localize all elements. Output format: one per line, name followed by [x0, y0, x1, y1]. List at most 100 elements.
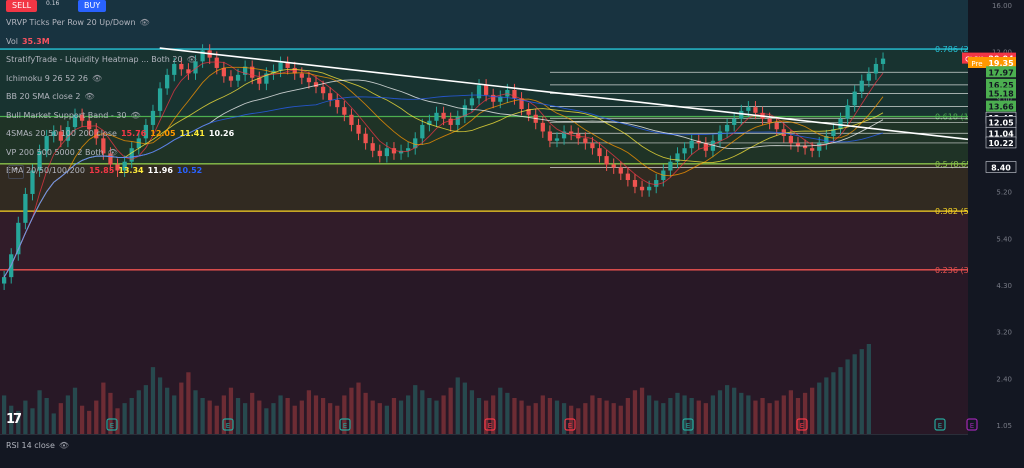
candle-body — [349, 114, 354, 125]
volume-bar — [838, 367, 843, 434]
legend-bb[interactable]: BB 20 SMA close 2 👁 — [6, 91, 95, 102]
rsi-legend: RSI 14 close 👁 — [6, 441, 69, 450]
candle-body — [335, 99, 340, 108]
volume-bar — [639, 387, 645, 434]
legend-value: 15.76 — [120, 129, 147, 138]
legend-vp[interactable]: VP 200 500 5000 2 Both 👁 — [6, 147, 118, 158]
chevron-up-icon: ⌃ — [12, 167, 20, 177]
legend-vol[interactable]: Vol 35.3M — [6, 36, 50, 47]
spread-value: 0.16 — [46, 0, 60, 7]
volume-bar — [157, 377, 163, 434]
volume-bar — [831, 372, 836, 434]
sell-button[interactable]: SELL — [6, 0, 38, 12]
volume-bar — [58, 403, 63, 434]
legend-smas[interactable]: 4SMAs 20 50 100 200 close 15.76 12.05 11.41… — [6, 128, 234, 139]
legend-ichimoku[interactable]: Ichimoku 9 26 52 26 👁 — [6, 73, 102, 84]
eye-icon[interactable]: 👁 — [187, 54, 197, 65]
volume-bar — [87, 410, 92, 434]
volume-bar — [165, 387, 170, 434]
eye-icon[interactable]: 👁 — [140, 17, 150, 28]
price-tag-label: 12.05 — [988, 118, 1014, 127]
candle-body — [377, 150, 382, 157]
price-tag-label: 8.40 — [991, 163, 1011, 172]
volume-bar — [732, 387, 737, 434]
candle-body — [618, 167, 623, 174]
legend-label: 4SMAs 20 50 100 200 close — [6, 129, 117, 138]
price-chart[interactable]: 0.786 (21.63)0.618 (12.62)0.5 (8.65)0.38… — [0, 0, 1024, 468]
volume-bar — [469, 390, 475, 434]
volume-bar — [79, 405, 85, 434]
volume-bar — [710, 395, 716, 434]
volume-bar — [391, 398, 397, 434]
volume-bar — [264, 408, 269, 434]
volume-bar — [306, 390, 312, 434]
earnings-marker-label: E — [110, 422, 114, 430]
eye-icon[interactable]: 👁 — [84, 91, 94, 102]
candle-body — [611, 164, 616, 168]
candle-body — [810, 148, 815, 151]
volume-bar — [590, 395, 595, 434]
legend-label: VP 200 500 5000 2 Both — [6, 147, 104, 157]
volume-bar — [413, 385, 418, 434]
volume-bar — [767, 403, 772, 434]
candle-body — [540, 122, 545, 132]
legend-value: 10.52 — [176, 166, 203, 175]
volume-bar — [512, 398, 517, 434]
volume-bar — [696, 400, 701, 434]
volume-bar — [257, 400, 262, 434]
collapse-legend-button[interactable]: ⌃ — [8, 165, 24, 179]
earnings-marker-label: E — [226, 422, 230, 430]
candle-body — [583, 138, 588, 144]
legend-bmsb[interactable]: Bull Market Support Band - 30 👁 — [6, 110, 141, 121]
volume-bar — [540, 395, 545, 434]
earnings-marker-label: E — [568, 422, 572, 430]
legend-ema[interactable]: EMA 20/50/100/200 15.85 13.34 11.96 10.52 — [6, 165, 202, 176]
buy-button[interactable]: BUY — [78, 0, 107, 12]
volume-bar — [583, 403, 588, 434]
candle-body — [228, 76, 234, 81]
candle-body — [774, 122, 779, 130]
candle-body — [873, 63, 879, 74]
volume-bar — [320, 398, 326, 434]
volume-bar — [200, 398, 205, 434]
volume-bar — [774, 400, 779, 434]
volume-bar — [172, 395, 177, 434]
candle-body — [384, 148, 390, 157]
candle-body — [795, 143, 801, 146]
eye-icon[interactable]: 👁 — [59, 441, 69, 450]
eye-icon[interactable]: 👁 — [92, 73, 102, 84]
legend-vrvp[interactable]: VRVP Ticks Per Row 20 Up/Down 👁 — [6, 17, 150, 28]
candle-body — [150, 110, 156, 125]
legend-value: 15.85 — [88, 166, 115, 175]
volume-bar — [788, 390, 794, 434]
volume-bar — [335, 405, 340, 434]
candle-body — [23, 193, 28, 223]
volume-bar — [611, 403, 616, 434]
legend-stratify[interactable]: StratifyTrade - Liquidity Heatmap ... Bo… — [6, 54, 197, 65]
y-tick-label: 1.05 — [996, 422, 1012, 430]
volume-bar — [505, 392, 510, 434]
volume-bar — [235, 398, 241, 434]
candle-body — [717, 131, 723, 141]
pane-divider[interactable] — [0, 434, 968, 435]
candle-body — [306, 77, 312, 83]
volume-bar — [101, 382, 106, 434]
price-tag-label: 17.97 — [988, 68, 1013, 77]
candle-body — [739, 110, 744, 119]
volume-bar — [186, 372, 191, 434]
legend-value: 10.26 — [208, 129, 235, 138]
earnings-marker-label: E — [938, 422, 942, 430]
eye-icon[interactable]: 👁 — [130, 110, 140, 121]
price-tag-label: 15.18 — [988, 89, 1014, 98]
volume-bar — [370, 400, 375, 434]
candle-body — [859, 80, 864, 92]
volume-bar — [434, 400, 439, 434]
fib-zone — [0, 211, 968, 270]
volume-bar — [65, 395, 71, 434]
y-tick-label: 5.20 — [996, 189, 1012, 197]
eye-icon[interactable]: 👁 — [108, 147, 118, 158]
earnings-marker-label: E — [343, 422, 347, 430]
legend-value: 35.3M — [21, 36, 50, 46]
candle-body — [845, 105, 850, 119]
candle-body — [370, 143, 375, 151]
